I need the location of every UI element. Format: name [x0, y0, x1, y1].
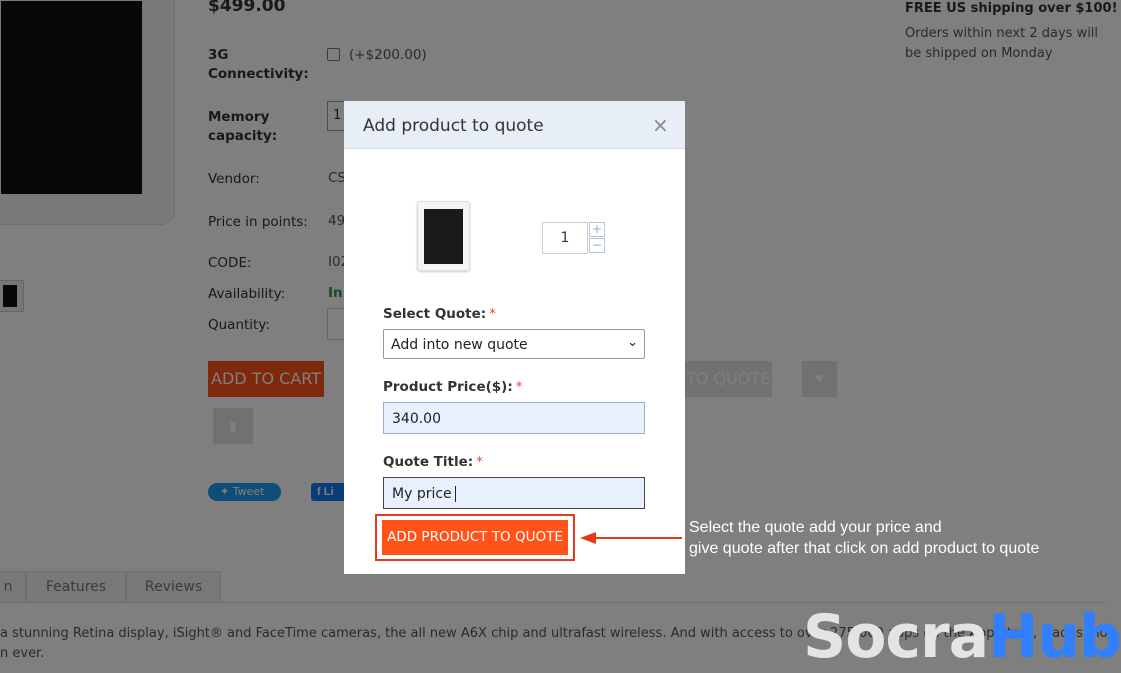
- modal-quantity-input[interactable]: 1: [542, 222, 588, 254]
- required-marker: *: [476, 454, 483, 470]
- modal-product-image: [417, 201, 470, 271]
- required-marker: *: [515, 379, 523, 395]
- socrahub-watermark-logo: SocraHub: [803, 602, 1121, 672]
- add-product-to-quote-button[interactable]: ADD PRODUCT TO QUOTE: [382, 520, 568, 555]
- close-icon[interactable]: ×: [652, 113, 669, 137]
- text-caret: [454, 486, 456, 502]
- required-marker: *: [489, 306, 496, 322]
- add-to-quote-modal: Add product to quote × 1 + − Select Quot…: [344, 101, 685, 574]
- modal-header: Add product to quote ×: [344, 101, 685, 149]
- product-price-label: Product Price($): *: [383, 379, 523, 395]
- quote-title-label: Quote Title: *: [383, 454, 483, 470]
- chevron-down-icon: ⌄: [627, 335, 638, 350]
- quantity-increase-button[interactable]: +: [589, 222, 605, 237]
- quote-title-input[interactable]: My price: [383, 477, 645, 509]
- modal-title: Add product to quote: [363, 116, 544, 136]
- select-quote-label: Select Quote: *: [383, 306, 496, 322]
- annotation-arrow-icon: [580, 532, 682, 544]
- select-quote-dropdown[interactable]: Add into new quote ⌄: [383, 329, 645, 359]
- quantity-decrease-button[interactable]: −: [589, 238, 605, 253]
- submit-highlight-box: ADD PRODUCT TO QUOTE: [375, 514, 575, 561]
- product-price-input[interactable]: 340.00: [383, 402, 645, 434]
- annotation-callout: Select the quote add your price and give…: [689, 519, 1040, 557]
